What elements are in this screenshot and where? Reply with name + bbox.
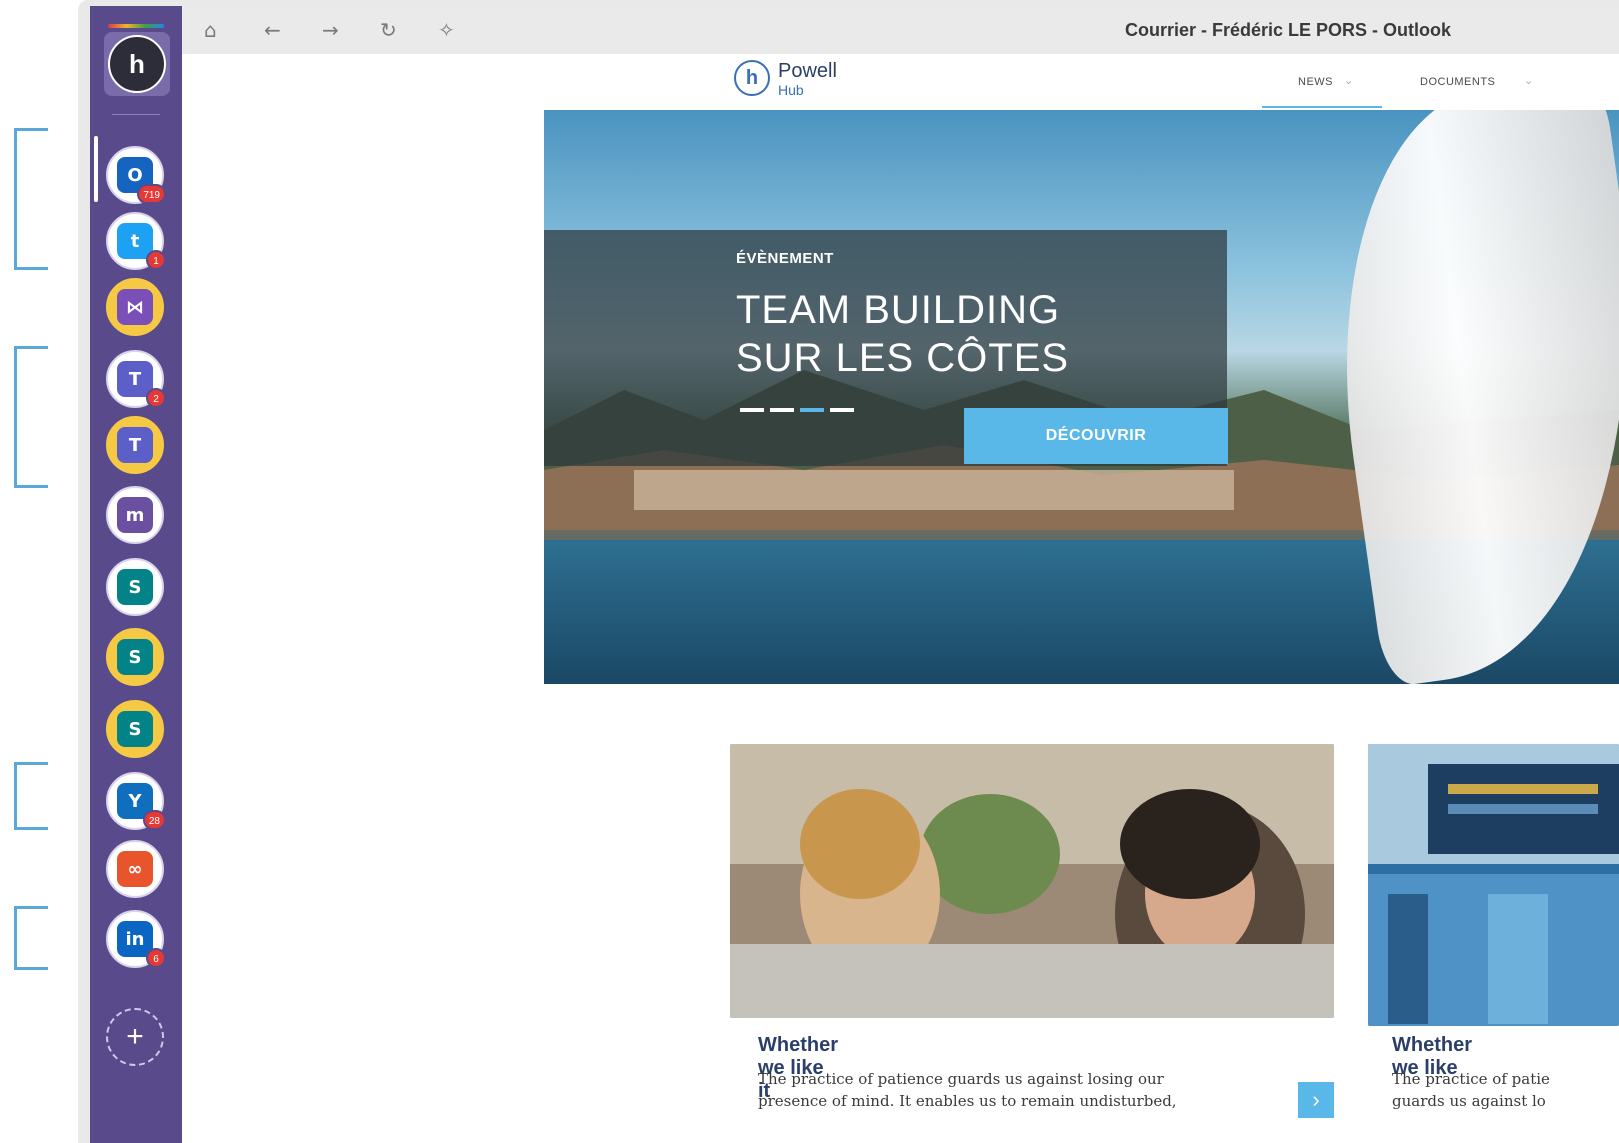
news-text-line1: The practice of patience guards us again… <box>758 1070 1164 1088</box>
home-hub-button[interactable]: h <box>104 32 170 96</box>
menu-news[interactable]: NEWS <box>1298 76 1333 88</box>
carousel-dot[interactable] <box>770 408 794 412</box>
carousel-dot[interactable] <box>830 408 854 412</box>
news-image <box>730 744 1334 1018</box>
add-app-label: + <box>126 1020 144 1053</box>
chevron-down-icon: ⌄ <box>1524 75 1534 87</box>
sharepoint-3-icon: S <box>117 711 153 747</box>
app-twitter[interactable]: t1 <box>106 212 166 270</box>
sharepoint-2-icon: S <box>117 639 153 675</box>
site-header: h Powell Hub NEWS ⌄ DOCUMENTS ⌄ <box>544 56 1619 110</box>
home-icon[interactable]: ⌂ <box>204 18 217 42</box>
app-sidebar: h O 719 t 1 ⋈ T 2 Tm S S S Y 28 ∞ in 6 + <box>90 6 182 1143</box>
rainbow-strip <box>108 24 164 28</box>
arrow-right-icon[interactable]: → <box>322 18 339 42</box>
app-sharepoint[interactable]: S <box>106 558 164 616</box>
annotation-bracket <box>14 762 48 830</box>
reload-icon[interactable]: ↻ <box>380 18 397 42</box>
hero-title-line1: TEAM BUILDING <box>736 288 1061 332</box>
add-app-button[interactable]: + <box>106 1008 164 1066</box>
app-outlook[interactable]: O 719 <box>106 146 166 204</box>
powell-logo-icon[interactable]: h <box>734 60 770 96</box>
hero-kicker: ÉVÈNEMENT <box>736 250 834 267</box>
chevron-right-icon[interactable]: › <box>1298 1082 1334 1118</box>
arrow-left-icon[interactable]: ← <box>264 18 281 42</box>
active-indicator <box>94 136 98 202</box>
menu-active-underline <box>1262 106 1382 108</box>
annotation-bracket <box>14 906 48 970</box>
annotation-bracket <box>14 128 48 270</box>
news-text-line1: The practice of patie <box>1392 1070 1550 1088</box>
hero-title-line2: SUR LES CÔTES <box>736 336 1070 380</box>
app-linkedin[interactable]: in 6 <box>106 910 166 968</box>
app-yammer[interactable]: Y 28 <box>106 772 166 830</box>
hero-banner: ÉVÈNEMENT TEAM BUILDING SUR LES CÔTES DÉ… <box>544 110 1619 684</box>
notification-badge: 719 <box>137 184 166 204</box>
app-teams-2[interactable]: T <box>106 416 164 474</box>
hub-logo-letter: h <box>129 48 145 79</box>
datacenter-image <box>1368 744 1619 1026</box>
annotation-bracket <box>14 346 48 488</box>
app-link[interactable]: ∞ <box>106 840 164 898</box>
news-image <box>1368 744 1619 1026</box>
app-mi[interactable]: m <box>106 486 164 544</box>
logo-subtitle: Hub <box>778 82 804 98</box>
carousel-dot[interactable] <box>800 408 824 412</box>
teams-2-icon: T <box>117 427 153 463</box>
notification-badge: 6 <box>146 948 166 968</box>
app-teams[interactable]: T2 <box>106 350 166 408</box>
people-eating-image <box>730 744 1334 1018</box>
hero-title: TEAM BUILDING SUR LES CÔTES <box>736 286 1069 382</box>
mi-icon: m <box>117 497 153 533</box>
visual-studio-icon: ⋈ <box>117 289 153 325</box>
powell-logo-letter: h <box>745 66 759 89</box>
notification-badge: 2 <box>146 388 166 408</box>
app-sharepoint-3[interactable]: S <box>106 700 164 758</box>
app-visual-studio[interactable]: ⋈ <box>106 278 164 336</box>
news-text-line2: presence of mind. It enables us to remai… <box>758 1092 1177 1110</box>
notification-badge: 28 <box>142 810 166 830</box>
news-text-line2: guards us against lo <box>1392 1092 1546 1110</box>
carousel-dot[interactable] <box>740 408 764 412</box>
pin-icon[interactable]: ✧ <box>438 18 455 42</box>
sidebar-separator <box>112 114 160 115</box>
browser-toolbar: ⌂ ← → ↻ ✧ Courrier - Frédéric LE PORS - … <box>182 6 1619 54</box>
notification-badge: 1 <box>146 250 166 270</box>
logo-title: Powell <box>778 60 837 82</box>
link-icon: ∞ <box>117 851 153 887</box>
window-title: Courrier - Frédéric LE PORS - Outlook <box>1125 20 1452 40</box>
app-sharepoint-2[interactable]: S <box>106 628 164 686</box>
sharepoint-icon: S <box>117 569 153 605</box>
chevron-down-icon: ⌄ <box>1344 75 1354 87</box>
menu-documents[interactable]: DOCUMENTS <box>1420 76 1495 88</box>
discover-button[interactable]: DÉCOUVRIR <box>964 408 1228 464</box>
hub-logo-icon: h <box>108 35 166 93</box>
carousel-dots <box>740 408 854 412</box>
